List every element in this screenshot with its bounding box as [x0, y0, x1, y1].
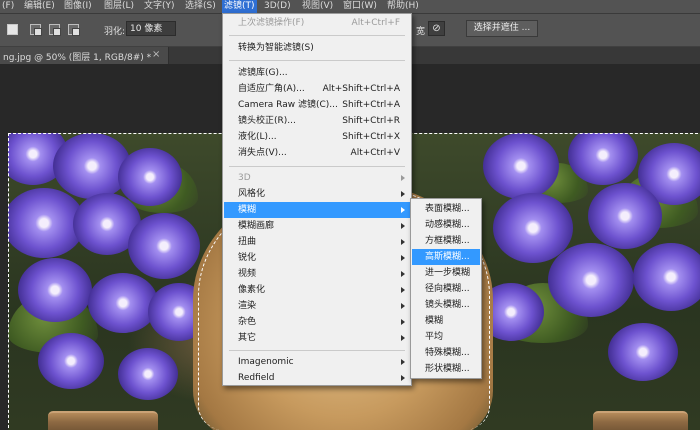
menu-item-3d[interactable]: 3D — [224, 170, 410, 186]
submenu-item-gaussian-blur[interactable]: 高斯模糊... — [412, 249, 480, 265]
menu-item-filter-gallery[interactable]: 滤镜库(G)... — [224, 65, 410, 81]
flower — [548, 243, 634, 317]
menu-item-liquify[interactable]: 液化(L)... Shift+Ctrl+X — [224, 129, 410, 145]
menu-item-camera-raw[interactable]: Camera Raw 滤镜(C)... Shift+Ctrl+A — [224, 97, 410, 113]
wooden-post — [593, 411, 688, 430]
document-tab-label: ng.jpg @ 50% (图层 1, RGB/8#) * — [3, 53, 152, 63]
menu-separator — [229, 60, 405, 61]
menu-item-lens-correction[interactable]: 镜头校正(R)... Shift+Ctrl+R — [224, 113, 410, 129]
menu-item-other[interactable]: 其它 — [224, 330, 410, 346]
flower — [18, 258, 92, 322]
flower — [588, 183, 662, 249]
menu-edit[interactable]: 编辑(E) — [22, 0, 57, 13]
menu-window[interactable]: 窗口(W) — [341, 0, 379, 13]
document-tab[interactable]: ng.jpg @ 50% (图层 1, RGB/8#) * × — [0, 47, 169, 64]
submenu-arrow-icon — [401, 223, 405, 229]
menu-item-redfield[interactable]: Redfield — [224, 370, 410, 386]
flower — [38, 333, 104, 389]
flower — [633, 243, 700, 311]
menu-item-video[interactable]: 视频 — [224, 266, 410, 282]
blur-submenu: 表面模糊... 动感模糊... 方框模糊... 高斯模糊... 进一步模糊 径向… — [410, 198, 482, 379]
submenu-arrow-icon — [401, 375, 405, 381]
width-label: 宽 — [416, 27, 426, 37]
menu-3d[interactable]: 3D(D) — [262, 0, 293, 13]
submenu-arrow-icon — [401, 287, 405, 293]
menu-item-blur-gallery[interactable]: 模糊画廊 — [224, 218, 410, 234]
menu-view[interactable]: 视图(V) — [300, 0, 335, 13]
subtract-from-selection-icon[interactable] — [49, 24, 61, 36]
submenu-item-lens-blur[interactable]: 镜头模糊... — [412, 297, 480, 313]
menu-file[interactable]: (F) — [0, 0, 16, 13]
flower — [118, 348, 178, 400]
close-icon[interactable]: × — [152, 49, 160, 60]
menu-separator — [229, 35, 405, 36]
menu-item-distort[interactable]: 扭曲 — [224, 234, 410, 250]
submenu-arrow-icon — [401, 271, 405, 277]
menu-item-convert-smart-filter[interactable]: 转换为智能滤镜(S) — [224, 40, 410, 56]
select-and-mask-button[interactable]: 选择并遮住 ... — [466, 20, 538, 37]
menu-item-stylize[interactable]: 风格化 — [224, 186, 410, 202]
submenu-item-radial-blur[interactable]: 径向模糊... — [412, 281, 480, 297]
flower — [88, 273, 158, 333]
menu-item-last-filter[interactable]: 上次滤镜操作(F) Alt+Ctrl+F — [224, 15, 410, 31]
menu-type[interactable]: 文字(Y) — [142, 0, 177, 13]
menu-layer[interactable]: 图层(L) — [102, 0, 136, 13]
submenu-arrow-icon — [401, 207, 405, 213]
menu-image[interactable]: 图像(I) — [62, 0, 94, 13]
submenu-item-blur[interactable]: 模糊 — [412, 313, 480, 329]
menu-item-render[interactable]: 渲染 — [224, 298, 410, 314]
menu-item-imagenomic[interactable]: Imagenomic — [224, 354, 410, 370]
menu-separator — [229, 350, 405, 351]
flower — [568, 133, 638, 185]
flower — [608, 323, 678, 381]
submenu-arrow-icon — [401, 191, 405, 197]
menu-filter[interactable]: 滤镜(T) — [222, 0, 257, 13]
submenu-item-motion-blur[interactable]: 动感模糊... — [412, 217, 480, 233]
new-selection-icon[interactable] — [7, 24, 18, 35]
add-to-selection-icon[interactable] — [30, 24, 42, 36]
submenu-arrow-icon — [401, 359, 405, 365]
submenu-item-smart-blur[interactable]: 特殊模糊... — [412, 345, 480, 361]
flower — [128, 213, 200, 279]
menu-select[interactable]: 选择(S) — [183, 0, 218, 13]
menu-item-blur[interactable]: 模糊 — [224, 202, 410, 218]
submenu-arrow-icon — [401, 335, 405, 341]
submenu-arrow-icon — [401, 303, 405, 309]
intersect-selection-icon[interactable] — [68, 24, 80, 36]
feather-label: 羽化: — [104, 27, 126, 37]
submenu-item-surface-blur[interactable]: 表面模糊... — [412, 201, 480, 217]
menu-bar: (F) 编辑(E) 图像(I) 图层(L) 文字(Y) 选择(S) 滤镜(T) … — [0, 0, 700, 14]
filter-menu: 上次滤镜操作(F) Alt+Ctrl+F 转换为智能滤镜(S) 滤镜库(G)..… — [222, 13, 412, 386]
menu-item-pixelate[interactable]: 像素化 — [224, 282, 410, 298]
submenu-item-shape-blur[interactable]: 形状模糊... — [412, 361, 480, 377]
submenu-arrow-icon — [401, 175, 405, 181]
menu-item-sharpen[interactable]: 锐化 — [224, 250, 410, 266]
menu-item-adaptive-wide-angle[interactable]: 自适应广角(A)... Alt+Shift+Ctrl+A — [224, 81, 410, 97]
submenu-item-average[interactable]: 平均 — [412, 329, 480, 345]
menu-item-noise[interactable]: 杂色 — [224, 314, 410, 330]
submenu-item-blur-more[interactable]: 进一步模糊 — [412, 265, 480, 281]
flower — [118, 148, 182, 206]
submenu-item-box-blur[interactable]: 方框模糊... — [412, 233, 480, 249]
menu-help[interactable]: 帮助(H) — [385, 0, 421, 13]
submenu-arrow-icon — [401, 255, 405, 261]
submenu-arrow-icon — [401, 239, 405, 245]
submenu-arrow-icon — [401, 319, 405, 325]
flower — [483, 133, 559, 199]
pressure-target-icon[interactable]: ⊘ — [428, 21, 445, 36]
wooden-post — [48, 411, 158, 430]
menu-separator — [229, 166, 405, 167]
menu-item-vanishing-point[interactable]: 消失点(V)... Alt+Ctrl+V — [224, 145, 410, 161]
feather-input[interactable]: 10 像素 — [126, 21, 176, 36]
